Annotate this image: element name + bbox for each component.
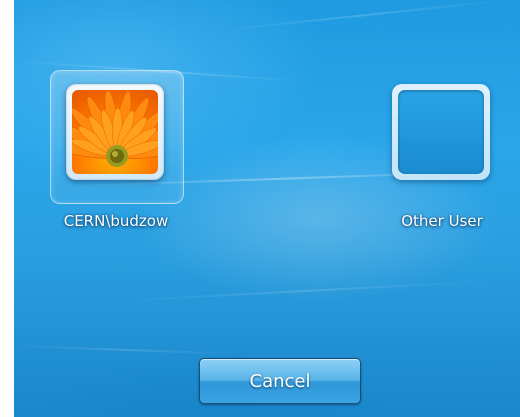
- user-name-label[interactable]: CERN\budzow: [40, 212, 192, 230]
- other-user-picture-frame[interactable]: [392, 84, 490, 180]
- background-streak: [213, 0, 513, 32]
- logon-window: CERN\budzow Other User Cancel: [0, 0, 520, 417]
- cancel-button[interactable]: Cancel: [199, 358, 361, 404]
- flower-picture-icon: [72, 90, 158, 174]
- logon-screen: CERN\budzow Other User Cancel: [14, 0, 520, 417]
- user-name-label[interactable]: Other User: [366, 212, 518, 230]
- blank-user-icon: [398, 90, 484, 174]
- background-streak: [14, 345, 234, 355]
- user-picture-frame[interactable]: [66, 84, 164, 180]
- background-streak: [113, 280, 494, 302]
